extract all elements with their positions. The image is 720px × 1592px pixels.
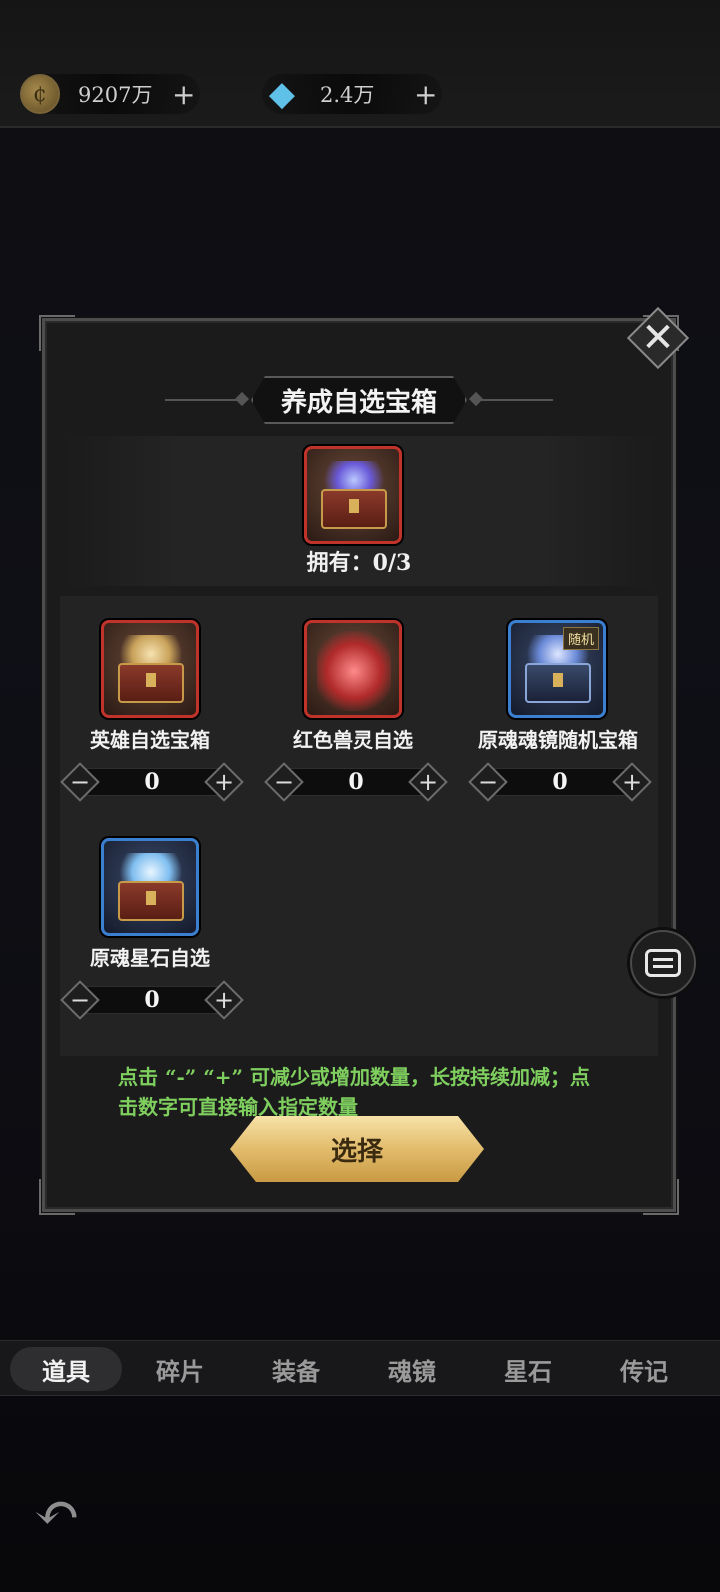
gold-amount: 9207万 bbox=[78, 83, 153, 107]
gem-resource: ◆ 2.4万 + bbox=[262, 74, 442, 114]
tab-fragments[interactable]: 碎片 bbox=[124, 1347, 236, 1391]
quantity-stepper-beast: 0 − + bbox=[264, 762, 448, 802]
tab-star-stone[interactable]: 星石 bbox=[472, 1347, 584, 1391]
increase-button-hero[interactable]: + bbox=[204, 762, 244, 802]
chest-icon bbox=[118, 881, 184, 921]
minus-icon: − bbox=[273, 768, 295, 796]
back-arrow-icon[interactable]: ↶ bbox=[22, 1478, 92, 1548]
quantity-value-star-stone[interactable]: 0 bbox=[82, 986, 222, 1014]
tab-equipment[interactable]: 装备 bbox=[240, 1347, 352, 1391]
option-label-soul-mirror: 原魂魂镜随机宝箱 bbox=[478, 728, 638, 752]
increase-button-star-stone[interactable]: + bbox=[204, 980, 244, 1020]
quantity-value-soul-mirror[interactable]: 0 bbox=[490, 768, 630, 796]
dialog-title: 养成自选宝箱 bbox=[251, 376, 467, 424]
chest-icon bbox=[525, 663, 591, 703]
select-button[interactable]: 选择 bbox=[230, 1116, 484, 1182]
option-label-star-stone: 原魂星石自选 bbox=[90, 946, 210, 970]
title-ornament-right bbox=[473, 399, 553, 401]
quantity-stepper-soul-mirror: 0 − + bbox=[468, 762, 652, 802]
tab-biography[interactable]: 传记 bbox=[588, 1347, 700, 1391]
quantity-stepper-hero: 0 − + bbox=[60, 762, 244, 802]
gold-add-button[interactable]: + bbox=[172, 78, 195, 111]
tab-soul-mirror[interactable]: 魂镜 bbox=[356, 1347, 468, 1391]
minus-icon: − bbox=[69, 768, 91, 796]
plus-icon: + bbox=[213, 768, 235, 796]
plus-icon: + bbox=[417, 768, 439, 796]
star-stone-chest-icon[interactable] bbox=[101, 838, 199, 936]
option-label-beast: 红色兽灵自选 bbox=[293, 728, 413, 752]
quantity-value-beast[interactable]: 0 bbox=[286, 768, 426, 796]
chat-icon bbox=[645, 949, 681, 977]
frame-corner bbox=[39, 315, 75, 351]
plus-icon: + bbox=[213, 986, 235, 1014]
frame-corner bbox=[643, 1179, 679, 1215]
diamond-icon: ◆ bbox=[268, 74, 296, 114]
decrease-button-soul-mirror[interactable]: − bbox=[468, 762, 508, 802]
gem-amount: 2.4万 bbox=[320, 83, 375, 107]
chat-button[interactable] bbox=[630, 930, 696, 996]
usage-hint: 点击 “-” “+” 可减少或增加数量，长按持续加减；点击数字可直接输入指定数量 bbox=[118, 1065, 590, 1119]
dialog-title-bar: 养成自选宝箱 bbox=[42, 372, 676, 428]
minus-icon: − bbox=[477, 768, 499, 796]
featured-chest-icon[interactable] bbox=[304, 446, 402, 544]
gold-resource: ¢ 9207万 + bbox=[20, 74, 200, 114]
frame-corner bbox=[39, 1179, 75, 1215]
decrease-button-star-stone[interactable]: − bbox=[60, 980, 100, 1020]
gold-coin-icon: ¢ bbox=[20, 74, 60, 114]
title-ornament-left bbox=[164, 399, 245, 401]
soul-mirror-chest-icon[interactable]: 随机 bbox=[508, 620, 606, 718]
quantity-stepper-star-stone: 0 − + bbox=[60, 980, 244, 1020]
decrease-button-beast[interactable]: − bbox=[264, 762, 304, 802]
chest-icon bbox=[321, 489, 387, 529]
hero-chest-icon[interactable] bbox=[101, 620, 199, 718]
owned-count: 拥有：0/3 bbox=[306, 550, 412, 576]
close-icon: ✕ bbox=[641, 315, 675, 361]
increase-button-beast[interactable]: + bbox=[408, 762, 448, 802]
close-button[interactable]: ✕ bbox=[626, 306, 690, 370]
gem-add-button[interactable]: + bbox=[414, 78, 437, 111]
plus-icon: + bbox=[621, 768, 643, 796]
red-beast-spirit-icon[interactable] bbox=[304, 620, 402, 718]
increase-button-soul-mirror[interactable]: + bbox=[612, 762, 652, 802]
random-tag: 随机 bbox=[562, 627, 599, 650]
bag-tab-bar: 道具 碎片 装备 魂镜 星石 传记 bbox=[0, 1340, 720, 1396]
quantity-value-hero[interactable]: 0 bbox=[82, 768, 222, 796]
beast-cards-glow bbox=[317, 631, 391, 711]
chest-icon bbox=[118, 663, 184, 703]
option-label-hero: 英雄自选宝箱 bbox=[90, 728, 210, 752]
decrease-button-hero[interactable]: − bbox=[60, 762, 100, 802]
tab-items[interactable]: 道具 bbox=[10, 1347, 122, 1391]
minus-icon: − bbox=[69, 986, 91, 1014]
